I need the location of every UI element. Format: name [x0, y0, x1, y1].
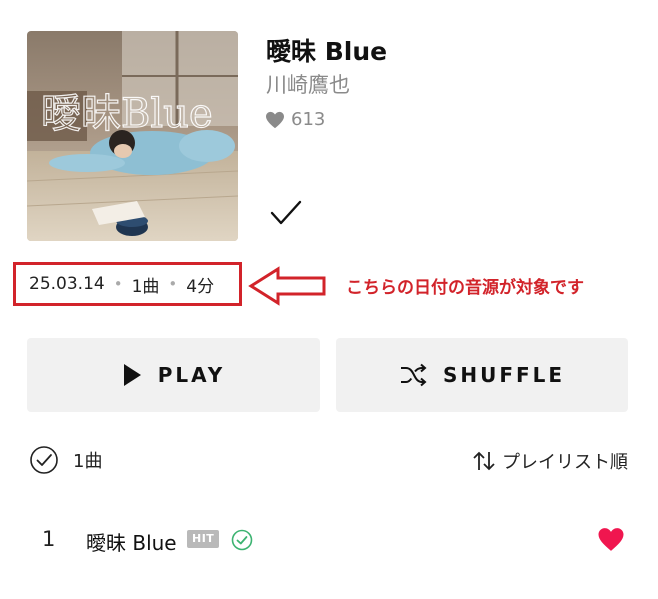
- sort-arrows-icon: [473, 451, 495, 471]
- track-row[interactable]: 1 曖昧 Blue HIT: [0, 515, 658, 563]
- likes-number: 613: [291, 109, 326, 130]
- shuffle-icon: [400, 363, 427, 387]
- track-title[interactable]: 曖昧 Blue: [86, 527, 177, 556]
- shuffle-label: SHUFFLE: [442, 363, 566, 387]
- play-button[interactable]: PLAY: [27, 338, 320, 412]
- shuffle-button[interactable]: SHUFFLE: [336, 338, 628, 412]
- total-duration: 4分: [186, 276, 215, 297]
- sort-order-button[interactable]: プレイリスト順: [472, 448, 628, 474]
- added-checkmark-button[interactable]: [269, 198, 303, 228]
- hit-badge: HIT: [187, 530, 220, 548]
- annotation-note: こちらの日付の音源が対象です: [346, 278, 584, 298]
- release-meta-highlight: 25.03.14 • 1曲 • 4分: [13, 262, 242, 306]
- album-artist[interactable]: 川崎鷹也: [266, 69, 350, 99]
- sort-label: プレイリスト順: [502, 452, 628, 473]
- heart-filled-icon[interactable]: [597, 527, 625, 552]
- check-circle-icon: [30, 446, 58, 474]
- album-artwork[interactable]: 曖昧Blue: [27, 31, 238, 241]
- separator-dot: •: [113, 275, 123, 293]
- annotation-arrow-icon: [248, 266, 326, 306]
- release-date: 25.03.14: [29, 274, 105, 294]
- album-title: 曖昧 Blue: [266, 37, 388, 66]
- play-label: PLAY: [157, 363, 226, 387]
- album-art-title: 曖昧Blue: [41, 91, 213, 137]
- verified-check-icon: [231, 529, 253, 551]
- separator-dot: •: [168, 275, 178, 293]
- select-all-tracks[interactable]: 1曲: [29, 445, 102, 475]
- track-number: 1: [42, 527, 56, 551]
- checkmark-icon: [270, 200, 302, 225]
- track-count-label: 1曲: [73, 451, 103, 472]
- album-artwork-image: 曖昧Blue: [27, 31, 238, 241]
- heart-outline-icon: [266, 111, 284, 128]
- track-total: 1曲: [131, 276, 160, 297]
- play-icon: [123, 364, 141, 386]
- likes-count: 613: [265, 109, 325, 130]
